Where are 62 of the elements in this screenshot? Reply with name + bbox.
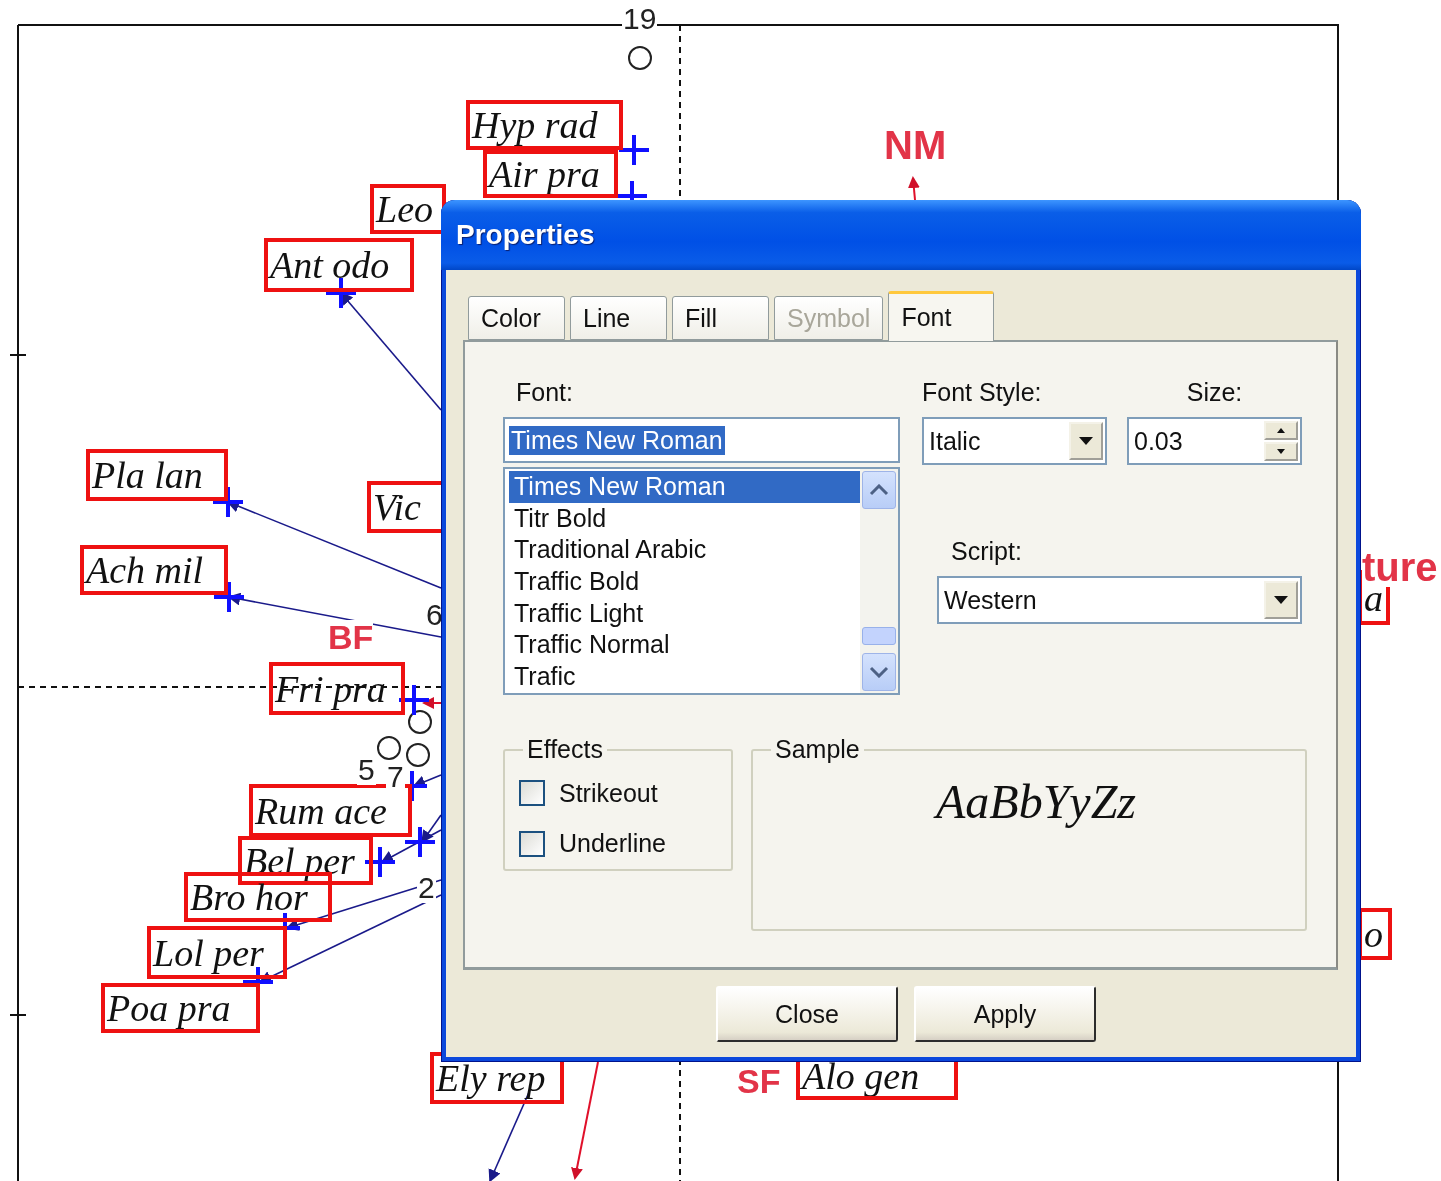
- list-item[interactable]: Trafic: [509, 660, 860, 693]
- window-title: Properties: [456, 219, 595, 251]
- tab[interactable]: Line: [570, 296, 667, 340]
- arrow: [907, 176, 920, 201]
- dialog-button[interactable]: Apply: [914, 986, 1096, 1042]
- caret-up-icon: [1277, 428, 1285, 433]
- group-title: Effects: [526, 735, 604, 764]
- cross-marker: [324, 276, 358, 310]
- circle-marker: [408, 710, 432, 734]
- circle-marker: [377, 736, 401, 760]
- caret-down-icon: [1277, 449, 1285, 454]
- checkbox[interactable]: [519, 830, 545, 857]
- circle-marker: [406, 743, 430, 767]
- arrow: [422, 697, 442, 709]
- chevron-down-icon: [869, 666, 889, 678]
- group-title: Sample: [774, 735, 861, 764]
- cross-marker: [617, 133, 651, 167]
- tab[interactable]: Font: [888, 291, 995, 341]
- species-label[interactable]: Ach mil: [80, 545, 228, 595]
- species-label[interactable]: Poa pra: [101, 983, 260, 1033]
- spin-down-button[interactable]: [1264, 442, 1298, 461]
- species-label[interactable]: Pla lan: [86, 449, 228, 501]
- dialog-button[interactable]: Close: [716, 986, 898, 1042]
- size-spinner[interactable]: 0.03: [1127, 417, 1302, 465]
- species-label[interactable]: Ant odo: [264, 238, 414, 292]
- chevron-up-icon: [869, 484, 889, 496]
- list-item[interactable]: Traditional Arabic: [509, 534, 860, 566]
- field-label: Size:: [1186, 378, 1243, 407]
- checkbox-label: Strikeout: [559, 778, 658, 808]
- font-style-dropdown[interactable]: Italic: [922, 417, 1107, 465]
- list-item[interactable]: Titr Bold: [509, 502, 860, 535]
- list-item[interactable]: Traffic Normal: [509, 628, 860, 661]
- scroll-thumb[interactable]: [862, 627, 896, 645]
- selected-text: Times New Roman: [509, 425, 725, 455]
- script-dropdown[interactable]: Western: [937, 576, 1302, 624]
- checkbox[interactable]: [519, 780, 545, 807]
- checkbox-label: Underline: [559, 829, 666, 859]
- list-item[interactable]: Times New Roman: [509, 471, 860, 503]
- tab[interactable]: Fill: [672, 296, 769, 340]
- cross-marker: [211, 485, 245, 519]
- scroll-up-button[interactable]: [862, 471, 896, 509]
- cross-marker: [212, 580, 246, 614]
- field-label: Font:: [516, 378, 574, 407]
- dropdown-value: Italic: [929, 426, 981, 456]
- field-value: 0.03: [1134, 426, 1183, 456]
- field-label: Script:: [951, 537, 1023, 566]
- scroll-down-button[interactable]: [862, 653, 896, 691]
- spin-up-button[interactable]: [1264, 421, 1298, 440]
- list-item[interactable]: Traffic Bold: [509, 565, 860, 598]
- caret-down-icon: [1273, 595, 1289, 605]
- species-label[interactable]: Hyp rad: [466, 100, 623, 150]
- field-label: Font Style:: [922, 378, 1043, 407]
- cross-marker: [397, 683, 431, 717]
- circle-marker: [628, 46, 652, 70]
- species-label[interactable]: Lol per: [147, 926, 287, 979]
- cross-marker: [363, 845, 397, 879]
- dropdown-value: Western: [944, 585, 1037, 615]
- caret-down-icon: [1078, 436, 1094, 446]
- font-field[interactable]: Times New Roman: [503, 417, 900, 463]
- tab[interactable]: Color: [468, 296, 565, 340]
- cross-marker: [403, 825, 437, 859]
- list-item[interactable]: Traffic Light: [509, 597, 860, 629]
